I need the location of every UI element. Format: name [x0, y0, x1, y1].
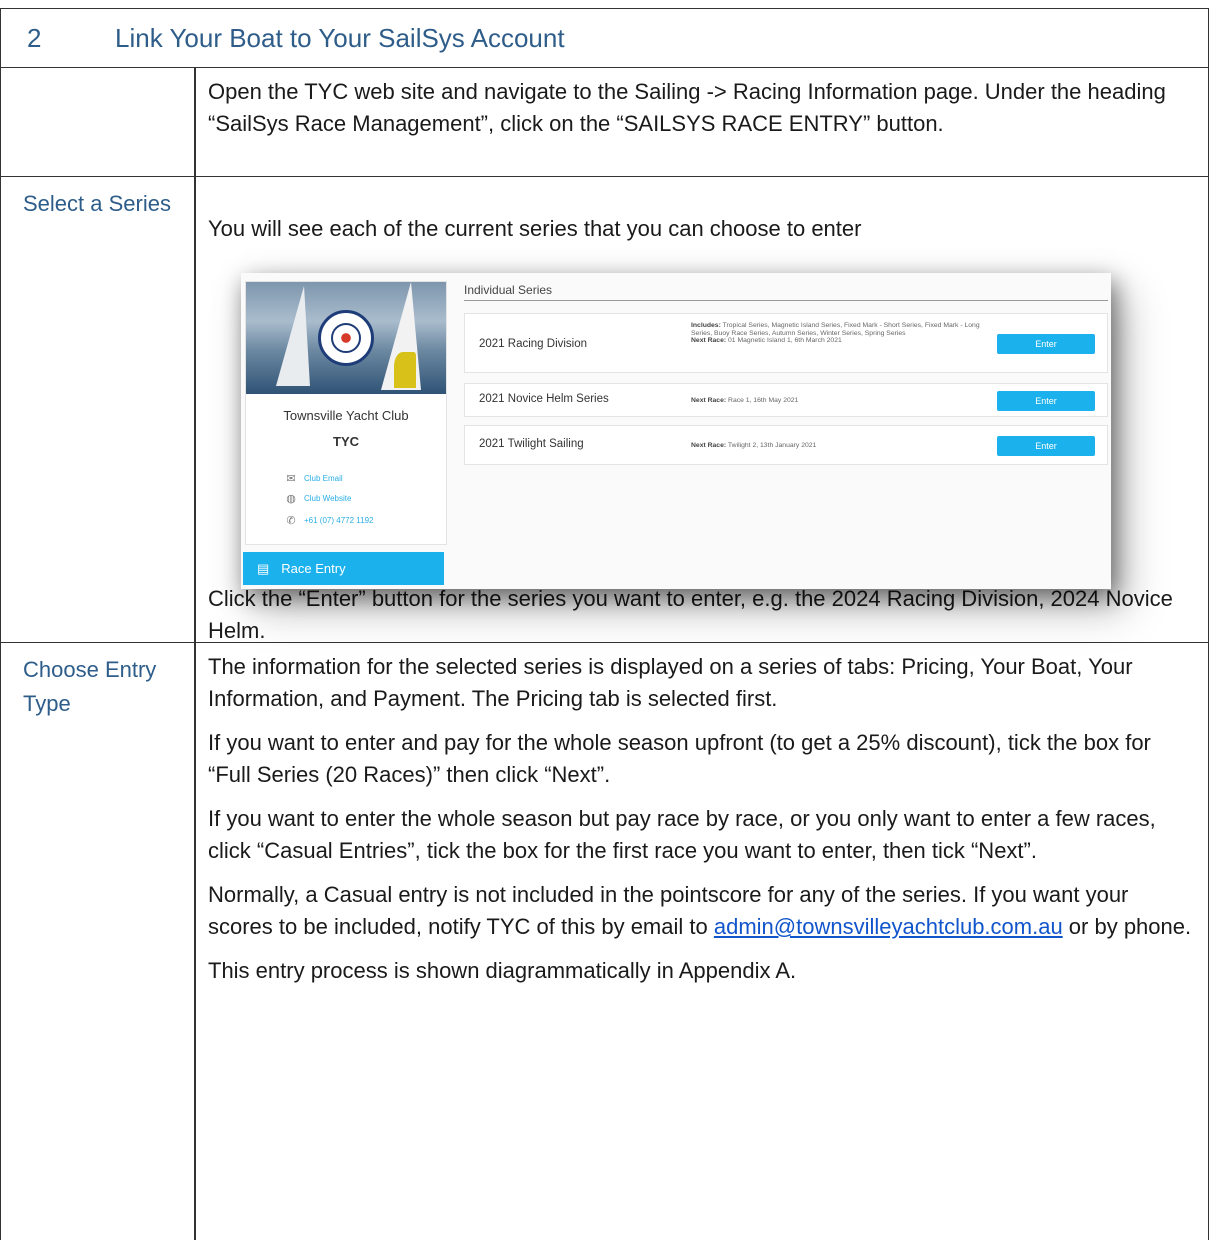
step-label: Choose Entry Type: [1, 643, 196, 1240]
step-content: Open the TYC web site and navigate to th…: [208, 76, 1198, 140]
document-page: 2 Link Your Boat to Your SailSys Account…: [0, 0, 1209, 1240]
step-label-text: Select a Series: [23, 191, 171, 216]
series-info: Next Race: Race 1, 16th May 2021: [691, 397, 799, 404]
series-name: 2021 Novice Helm Series: [479, 393, 609, 405]
email-link[interactable]: admin@townsvilleyachtclub.com.au: [714, 914, 1063, 939]
paragraph-appendix: This entry process is shown diagrammatic…: [208, 958, 797, 983]
race-entry-button[interactable]: ▤ Race Entry: [243, 552, 444, 585]
paragraph-pointscore: Normally, a Casual entry is not included…: [208, 879, 1198, 943]
club-website-link[interactable]: ◍ Club Website: [284, 492, 351, 505]
race-entry-label: Race Entry: [281, 561, 346, 576]
step-text: Open the TYC web site and navigate to th…: [208, 79, 1166, 136]
series-name: 2021 Twilight Sailing: [479, 438, 584, 450]
series-row: 2021 Novice Helm Series Next Race: Race …: [464, 383, 1108, 417]
paragraph-casual: If you want to enter the whole season bu…: [208, 806, 1156, 863]
club-card: Townsville Yacht Club TYC ✉ Club Email ◍…: [245, 281, 447, 545]
step-content: You will see each of the current series …: [208, 213, 1198, 245]
club-logo-icon: [318, 310, 374, 366]
enter-button[interactable]: Enter: [997, 391, 1095, 411]
enter-button[interactable]: Enter: [997, 334, 1095, 354]
heading-divider: [464, 300, 1108, 301]
step-label: Select a Series: [1, 177, 196, 642]
series-info: Next Race: Twilight 2, 13th January 2021: [691, 442, 817, 449]
step-intro-text: You will see each of the current series …: [208, 216, 862, 241]
club-email-link[interactable]: ✉ Club Email: [284, 472, 342, 485]
series-row: 2021 Racing Division Includes: Tropical …: [464, 313, 1108, 373]
globe-icon: ◍: [286, 493, 296, 505]
paragraph-full-series: If you want to enter and pay for the who…: [208, 730, 1151, 787]
series-row: 2021 Twilight Sailing Next Race: Twiligh…: [464, 425, 1108, 465]
series-screenshot: Townsville Yacht Club TYC ✉ Club Email ◍…: [241, 273, 1111, 589]
step-content: The information for the selected series …: [208, 651, 1198, 987]
step-row-open-site: Open the TYC web site and navigate to th…: [0, 68, 1209, 177]
series-info: Includes: Tropical Series, Magnetic Isla…: [691, 322, 980, 345]
pointscore-text-end: or by phone.: [1062, 914, 1192, 939]
envelope-icon: ✉: [286, 473, 296, 485]
step-label: [1, 68, 196, 176]
step-outro-text: Click the “Enter” button for the series …: [208, 586, 1173, 643]
step-row-choose-entry-type: Choose Entry Type The information for th…: [0, 643, 1209, 1240]
section-number: 2: [27, 22, 42, 53]
ticket-icon: ▤: [257, 560, 270, 576]
phone-icon: ✆: [286, 515, 296, 527]
section-title: Link Your Boat to Your SailSys Account: [115, 22, 565, 53]
series-heading: Individual Series: [464, 283, 553, 297]
step-content-after: Click the “Enter” button for the series …: [208, 583, 1198, 647]
enter-button[interactable]: Enter: [997, 436, 1095, 456]
club-phone-link[interactable]: ✆ +61 (07) 4772 1192: [284, 514, 373, 527]
club-name: Townsville Yacht Club: [283, 408, 409, 423]
step-label-text: Choose Entry Type: [23, 657, 157, 716]
club-abbreviation: TYC: [333, 434, 359, 449]
section-header: 2 Link Your Boat to Your SailSys Account: [0, 8, 1209, 68]
club-photo: [246, 282, 446, 394]
paragraph-tabs: The information for the selected series …: [208, 654, 1133, 711]
series-name: 2021 Racing Division: [479, 338, 588, 350]
